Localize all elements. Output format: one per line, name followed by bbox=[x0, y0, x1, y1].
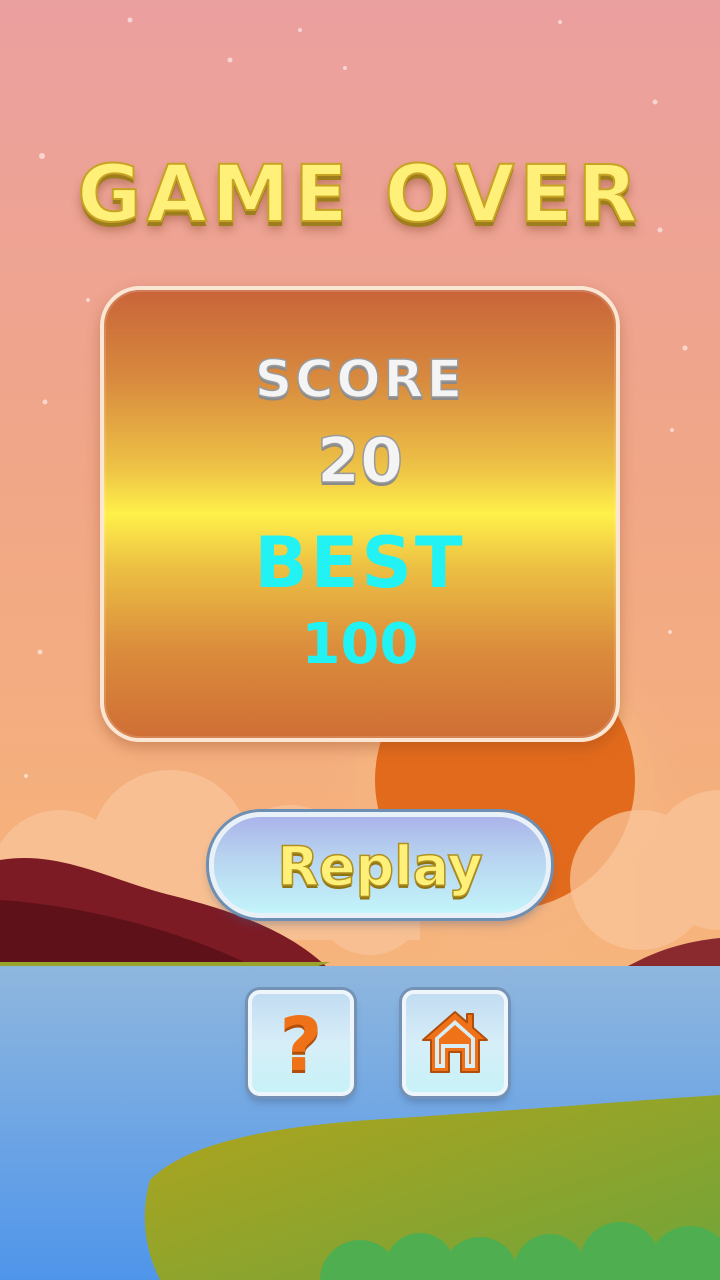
help-button[interactable]: ? bbox=[248, 990, 354, 1096]
best-value: 100 bbox=[301, 612, 419, 677]
score-label: SCORE bbox=[254, 349, 466, 411]
home-icon bbox=[422, 1011, 488, 1073]
best-label: BEST bbox=[254, 522, 466, 604]
game-over-title: GAME OVER bbox=[76, 149, 643, 241]
question-mark-icon: ? bbox=[279, 1002, 323, 1088]
score-panel: SCORE 20 BEST 100 bbox=[100, 286, 620, 742]
replay-button[interactable]: Replay bbox=[209, 812, 551, 918]
game-over-screen: GAME OVER SCORE 20 BEST 100 Replay ? bbox=[0, 0, 720, 1280]
score-value: 20 bbox=[316, 423, 404, 498]
replay-label: Replay bbox=[277, 834, 484, 899]
home-button[interactable] bbox=[402, 990, 508, 1096]
